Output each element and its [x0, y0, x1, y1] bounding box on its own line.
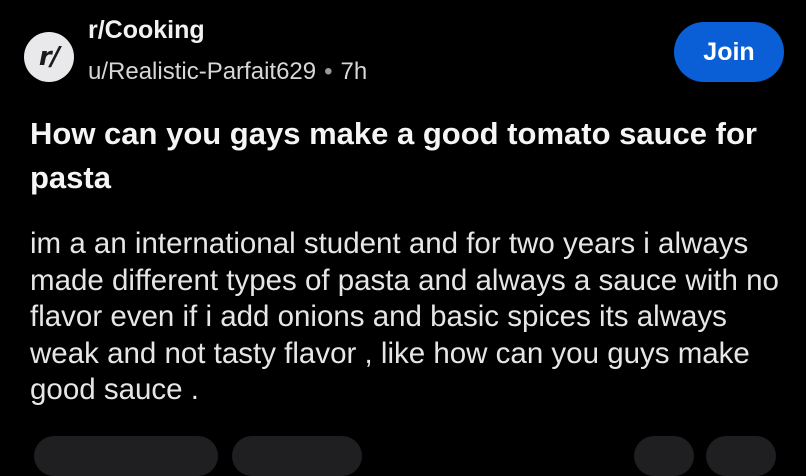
post-header: r/ r/Cooking u/Realistic-Parfait629 • 7h J…	[24, 14, 784, 94]
post-time: 7h	[340, 58, 368, 85]
subreddit-name[interactable]: r/Cooking	[88, 16, 205, 45]
vote-pill[interactable]	[34, 436, 218, 476]
subreddit-logo-icon: r/	[38, 42, 60, 72]
award-pill[interactable]	[634, 436, 694, 476]
join-button[interactable]: Join	[674, 22, 784, 82]
share-pill[interactable]	[706, 436, 776, 476]
post-actions-bar	[0, 436, 806, 476]
meta-separator: •	[324, 58, 333, 85]
post-body: im a an international student and for tw…	[30, 227, 779, 406]
comments-pill[interactable]	[232, 436, 362, 476]
post-title: How can you gays make a good tomato sauc…	[30, 116, 757, 195]
post-card: r/ r/Cooking u/Realistic-Parfait629 • 7h J…	[0, 0, 806, 476]
post-meta: u/Realistic-Parfait629 • 7h	[88, 58, 367, 86]
subreddit-avatar[interactable]: r/	[24, 32, 74, 82]
author-name[interactable]: u/Realistic-Parfait629	[88, 58, 316, 85]
